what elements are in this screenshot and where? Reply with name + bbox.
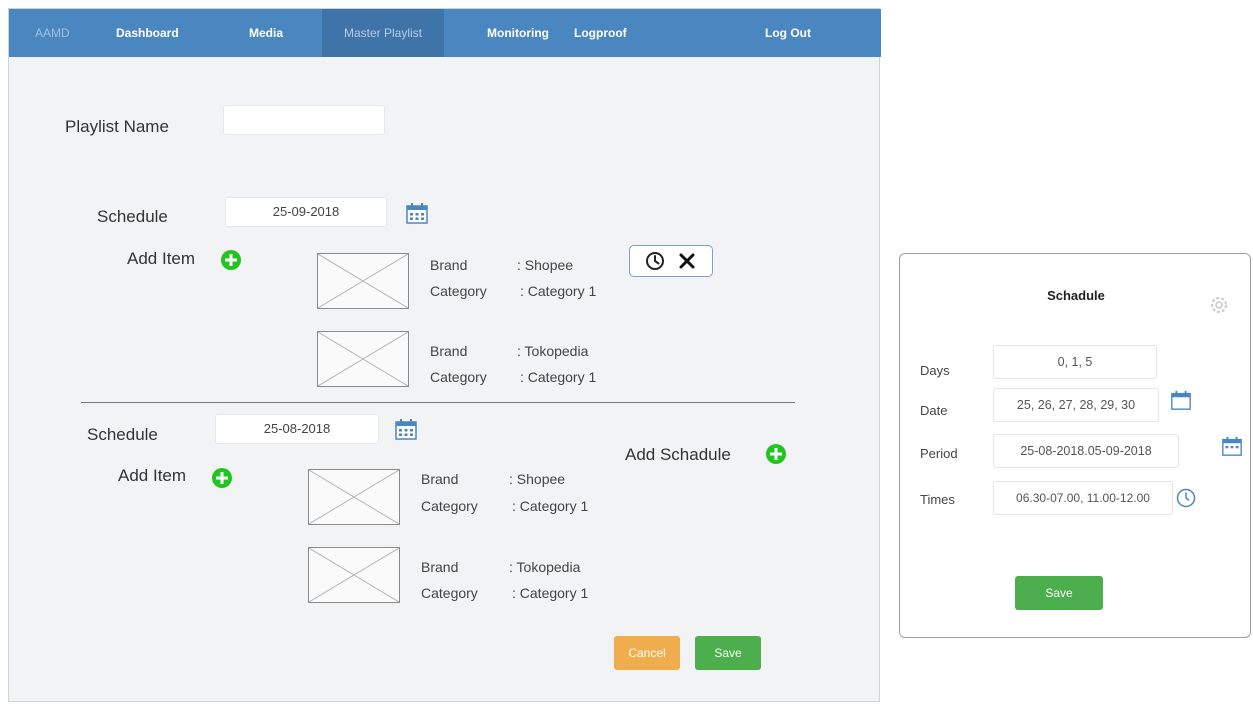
category-value: : Category 1 (520, 283, 597, 299)
dialog-save-button[interactable]: Save (1015, 576, 1103, 610)
nav-monitoring[interactable]: Monitoring (487, 9, 549, 57)
schedule-dialog: Schadule Days 0, 1, 5 Date 25, 26, 27, 2… (899, 253, 1251, 638)
calendar-icon[interactable] (394, 417, 418, 441)
brand-value: : Tokopedia (509, 559, 581, 575)
playlist-name-label: Playlist Name (65, 117, 169, 136)
category-label: Category (430, 369, 487, 385)
item-thumbnail-placeholder (317, 253, 409, 309)
add-item-icon[interactable] (220, 249, 242, 271)
add-schedule-icon[interactable] (765, 443, 787, 465)
cancel-button[interactable]: Cancel (614, 636, 680, 670)
nav-logproof[interactable]: Logproof (574, 9, 627, 57)
item-thumbnail-placeholder (308, 469, 400, 525)
brand-value: : Tokopedia (517, 343, 589, 359)
item-action-toolbar (629, 245, 713, 277)
nav-logout[interactable]: Log Out (765, 9, 811, 57)
clock-icon[interactable] (644, 250, 666, 272)
clock-icon[interactable] (1176, 488, 1196, 508)
date-input[interactable]: 25, 26, 27, 28, 29, 30 (993, 388, 1159, 422)
save-button[interactable]: Save (695, 636, 761, 670)
schedule-label: Schedule (87, 425, 158, 444)
category-value: : Category 1 (512, 498, 589, 514)
schedule-label: Schedule (97, 207, 168, 226)
category-label: Category (430, 283, 487, 299)
period-input[interactable]: 25-08-2018.05-09-2018 (993, 434, 1179, 468)
days-label: Days (920, 363, 950, 378)
category-label: Category (421, 585, 478, 601)
nav-media[interactable]: Media (249, 9, 283, 57)
category-value: : Category 1 (512, 585, 589, 601)
schedule-date-input[interactable]: 25-08-2018 (215, 414, 379, 444)
period-label: Period (920, 446, 958, 461)
category-label: Category (421, 498, 478, 514)
add-item-label: Add Item (127, 249, 196, 268)
nav-master-playlist[interactable]: Master Playlist (322, 9, 445, 57)
item-thumbnail-placeholder (317, 331, 409, 387)
calendar-icon[interactable] (1170, 389, 1192, 411)
gear-icon[interactable] (1210, 296, 1228, 314)
brand-label: Brand (430, 343, 468, 359)
date-label: Date (920, 403, 948, 418)
category-value: : Category 1 (520, 369, 597, 385)
brand-value: : Shopee (517, 257, 574, 273)
calendar-icon[interactable] (1221, 435, 1243, 457)
top-navbar: AAMD Dashboard Media Master Playlist Mon… (9, 9, 881, 57)
section-divider (81, 402, 795, 403)
days-input[interactable]: 0, 1, 5 (993, 345, 1157, 379)
brand-label: Brand (421, 559, 459, 575)
master-playlist-panel: AAMD Dashboard Media Master Playlist Mon… (8, 8, 881, 702)
playlist-name-input[interactable] (223, 105, 385, 135)
nav-dashboard[interactable]: Dashboard (116, 9, 179, 57)
brand-label: Brand (430, 257, 468, 273)
times-label: Times (920, 492, 955, 507)
dialog-title: Schadule (1047, 288, 1105, 303)
add-schedule-label: Add Schadule (625, 445, 731, 464)
close-icon[interactable] (676, 250, 698, 272)
item-thumbnail-placeholder (308, 547, 400, 603)
brand-logo[interactable]: AAMD (35, 9, 70, 57)
brand-label: Brand (421, 471, 459, 487)
schedule-date-input[interactable]: 25-09-2018 (225, 197, 387, 227)
add-item-label: Add Item (118, 466, 187, 485)
brand-value: : Shopee (509, 471, 566, 487)
add-item-icon[interactable] (211, 467, 233, 489)
times-input[interactable]: 06.30-07.00, 11.00-12.00 (993, 481, 1173, 515)
calendar-icon[interactable] (405, 201, 429, 225)
